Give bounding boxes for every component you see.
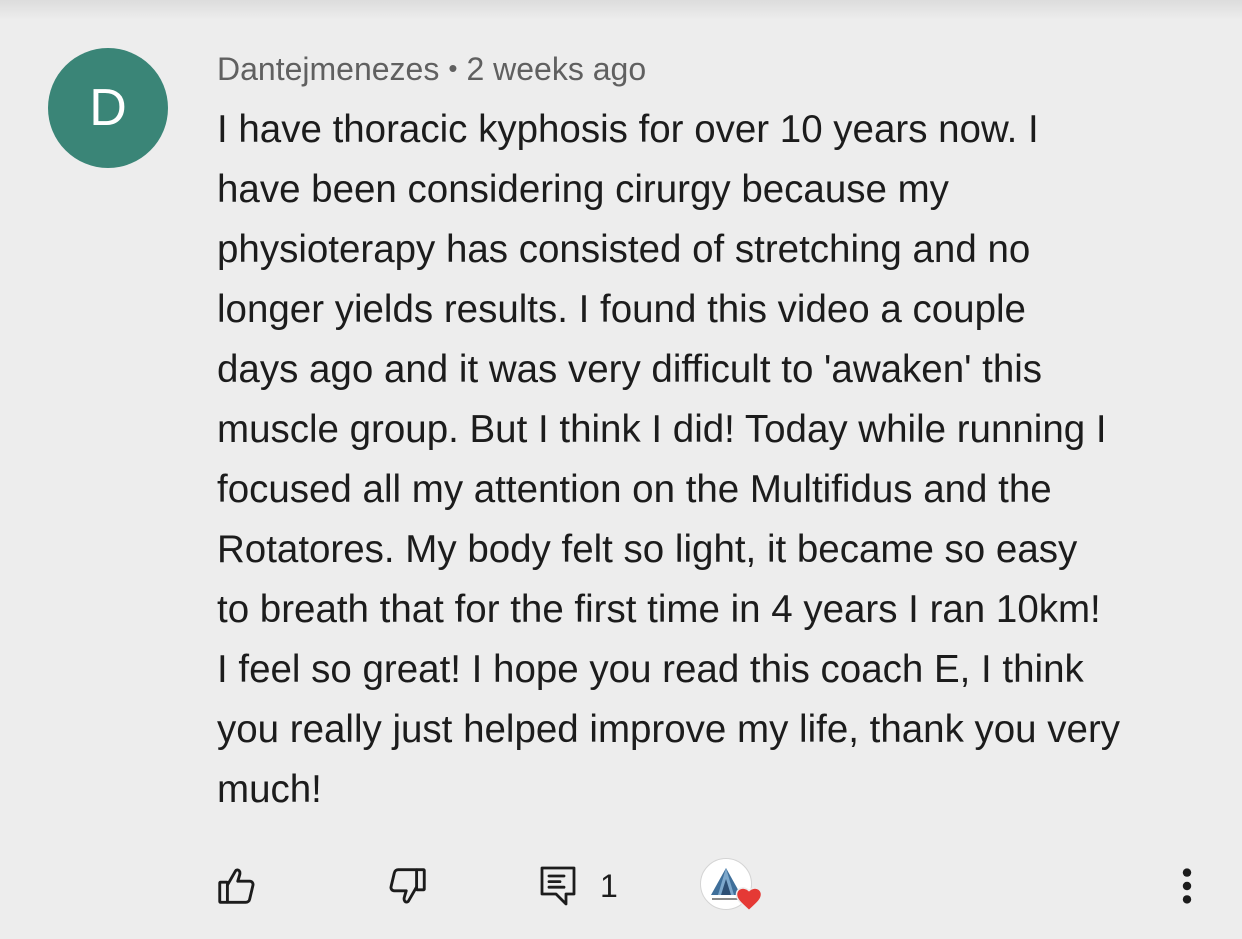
comment-line: days ago and it was very difficult to 'a… [217, 348, 1043, 391]
dislike-button[interactable] [384, 860, 430, 912]
comment-line: much! [217, 768, 322, 811]
comment-line: Rotatores. My body felt so light, it bec… [217, 528, 1078, 571]
thumbs-down-icon [384, 863, 430, 909]
reply-icon [538, 864, 578, 908]
more-options-button[interactable] [1172, 860, 1202, 912]
comment-line: physioterapy has consisted of stretching… [217, 228, 1031, 271]
more-vert-icon [1172, 863, 1202, 909]
author-name[interactable]: Dantejmenezes [217, 51, 439, 87]
heart-icon [734, 884, 764, 917]
comment-line: longer yields results. I found this vide… [217, 288, 1026, 331]
timestamp[interactable]: 2 weeks ago [466, 51, 646, 87]
comment-line: muscle group. But I think I did! Today w… [217, 408, 1107, 451]
avatar-letter: D [89, 79, 127, 137]
comment-line: focused all my attention on the Multifid… [217, 468, 1052, 511]
comment-line: you really just helped improve my life, … [217, 708, 1121, 751]
separator-dot: • [448, 53, 458, 83]
creator-heart-badge[interactable] [700, 858, 763, 914]
comment-line: I have thoracic kyphosis for over 10 yea… [217, 108, 1039, 151]
avatar[interactable]: D [48, 48, 168, 168]
comment-card: D Dantejmenezes • 2 weeks ago I have thora… [0, 0, 1242, 939]
comment-line: have been considering cirurgy because my [217, 168, 949, 211]
reply-count: 1 [600, 867, 618, 904]
thumbs-up-icon [214, 863, 260, 909]
reply-button[interactable]: 1 [538, 860, 618, 912]
like-button[interactable] [214, 860, 260, 912]
comment-line: I feel so great! I hope you read this co… [217, 648, 1084, 691]
comment-header: Dantejmenezes • 2 weeks ago [217, 48, 646, 92]
comment-text: I have thoracic kyphosis for over 10 yea… [217, 100, 1207, 820]
comment-line: to breath that for the first time in 4 y… [217, 588, 1101, 631]
